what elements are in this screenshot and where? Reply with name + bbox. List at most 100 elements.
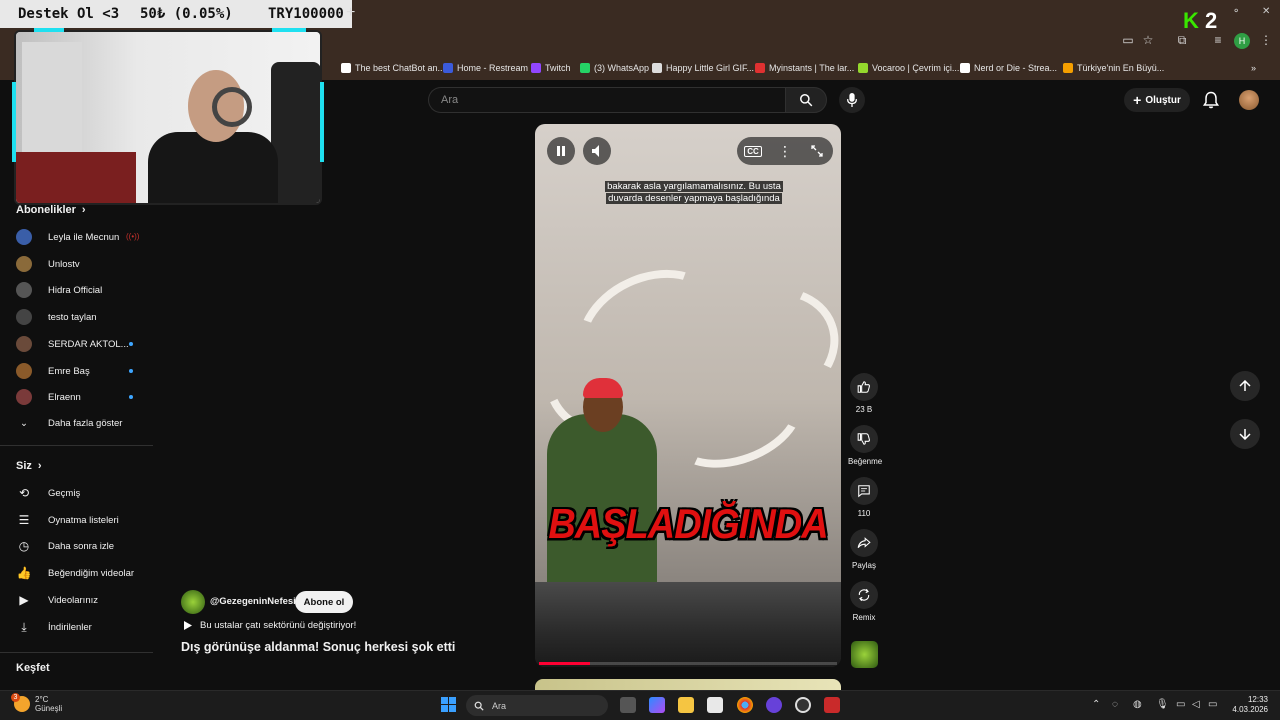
bookmark-star-icon[interactable]: ☆ bbox=[1140, 33, 1156, 49]
like-action[interactable]: 23 B bbox=[848, 373, 880, 414]
speaker-icon[interactable]: ◁ bbox=[1192, 699, 1200, 710]
obs-icon[interactable] bbox=[795, 697, 811, 713]
sidebar-divider bbox=[0, 445, 153, 446]
audio-source-thumbnail[interactable] bbox=[851, 641, 878, 668]
donation-label: Destek Ol <3 bbox=[18, 6, 120, 22]
sidebar-subscription-item[interactable]: SERDAR AKTOL... bbox=[16, 334, 156, 354]
channel-avatar bbox=[16, 282, 32, 298]
cam-frame-accent bbox=[12, 82, 16, 162]
comment-count: 110 bbox=[857, 509, 871, 518]
remix-action[interactable]: Remix bbox=[848, 581, 880, 622]
channel-avatar[interactable] bbox=[181, 590, 205, 614]
minimize-icon[interactable]: ⚬ bbox=[1232, 6, 1240, 17]
task-view-icon[interactable] bbox=[620, 697, 636, 713]
tray-overflow-icon[interactable]: ⌃ bbox=[1092, 699, 1100, 710]
battery-icon[interactable]: ▭ bbox=[1208, 699, 1217, 710]
search-input[interactable]: Ara bbox=[428, 87, 785, 113]
pause-icon bbox=[557, 146, 565, 156]
network-icon[interactable]: ▭ bbox=[1176, 699, 1185, 710]
cast-icon[interactable]: ▭ bbox=[1120, 33, 1136, 49]
sidebar-item-clock[interactable]: ◷ Daha sonra izle bbox=[16, 536, 156, 556]
twitch-app-icon[interactable] bbox=[766, 697, 782, 713]
linked-video-title[interactable]: Bu ustalar çatı sektörünü değiştiriyor! bbox=[200, 620, 356, 631]
explore-header: Keşfet bbox=[16, 662, 50, 674]
microphone-icon[interactable]: 🎙 bbox=[1156, 699, 1169, 710]
share-action[interactable]: Paylaş bbox=[848, 529, 880, 570]
bookmark-favicon-icon bbox=[580, 63, 590, 73]
sidebar-item-video[interactable]: ▶ Videolarınız bbox=[16, 590, 156, 610]
bookmark-item[interactable]: Home - Restream bbox=[443, 61, 528, 75]
channel-name[interactable]: @GezegeninNefesi bbox=[210, 596, 296, 607]
system-clock[interactable]: 12:33 4.03.2026 bbox=[1232, 695, 1268, 715]
show-more-button[interactable]: ⌄ Daha fazla göster bbox=[16, 413, 156, 433]
file-explorer-icon[interactable] bbox=[678, 697, 694, 713]
extensions-icon[interactable]: ⧉ bbox=[1174, 33, 1190, 49]
menu-icon[interactable]: ⋮ bbox=[1258, 33, 1274, 49]
sidebar-subscription-item[interactable]: Unlostv bbox=[16, 254, 156, 274]
tray-app-icon[interactable]: ◌ bbox=[1112, 699, 1118, 710]
bookmark-item[interactable]: Myinstants | The lar... bbox=[755, 61, 854, 75]
copilot-icon[interactable] bbox=[649, 697, 665, 713]
sidebar-subscription-item[interactable]: testo taylan bbox=[16, 307, 156, 327]
bookmark-item[interactable]: Happy Little Girl GIF... bbox=[652, 61, 754, 75]
more-options-button[interactable]: ⋮ bbox=[771, 137, 799, 165]
create-button[interactable]: + Oluştur bbox=[1124, 88, 1190, 112]
sidebar-divider bbox=[0, 652, 153, 653]
tray-app-icon[interactable]: ◍ bbox=[1133, 699, 1142, 710]
start-button[interactable] bbox=[441, 697, 456, 712]
dislike-action[interactable]: Beğenme bbox=[848, 425, 882, 466]
bookmark-item[interactable]: The best ChatBot an... bbox=[341, 61, 445, 75]
thumb-up-icon: 👍 bbox=[16, 566, 32, 580]
video-progress-bar[interactable] bbox=[539, 662, 837, 665]
pause-button[interactable] bbox=[547, 137, 575, 165]
bookmark-item[interactable]: Türkiye'nin En Büyü... bbox=[1063, 61, 1164, 75]
arrow-up-icon bbox=[1239, 380, 1251, 391]
comments-action[interactable]: 110 bbox=[848, 477, 880, 518]
chrome-icon[interactable] bbox=[737, 697, 753, 713]
media-icon[interactable]: ≡ bbox=[1210, 33, 1226, 49]
next-short-button[interactable] bbox=[1230, 419, 1260, 449]
voice-search-button[interactable] bbox=[839, 87, 865, 113]
notifications-bell-icon[interactable] bbox=[1201, 90, 1221, 110]
bookmark-item[interactable]: Vocaroo | Çevrim içi... bbox=[858, 61, 959, 75]
sidebar-item-history[interactable]: ⟲ Geçmiş bbox=[16, 483, 156, 503]
donation-goal: TRY100000 bbox=[268, 6, 344, 22]
volume-button[interactable] bbox=[583, 137, 611, 165]
bookmark-favicon-icon bbox=[755, 63, 765, 73]
shorts-video-player[interactable]: CC ⋮ bakarak asla yargılamamalısınız. Bu… bbox=[535, 124, 841, 667]
webcam-overlay bbox=[14, 30, 322, 205]
profile-icon[interactable]: H bbox=[1234, 33, 1250, 49]
sidebar-subscription-item[interactable]: Elraenn bbox=[16, 387, 156, 407]
chevron-right-icon: › bbox=[37, 460, 42, 472]
like-count: 23 B bbox=[855, 405, 873, 414]
you-header[interactable]: Siz › bbox=[16, 460, 42, 472]
sidebar-subscription-item[interactable]: Hidra Official bbox=[16, 280, 156, 300]
store-icon[interactable] bbox=[707, 697, 723, 713]
thumb-up-icon bbox=[857, 381, 870, 393]
channel-avatar bbox=[16, 229, 32, 245]
taskbar-search[interactable]: Ara bbox=[466, 695, 608, 716]
bookmark-favicon-icon bbox=[960, 63, 970, 73]
bookmark-item[interactable]: Nerd or Die - Strea... bbox=[960, 61, 1057, 75]
subscriptions-header[interactable]: Abonelikler › bbox=[16, 204, 86, 216]
weather-widget[interactable]: 3 2°C Güneşli bbox=[11, 693, 62, 713]
search-button[interactable] bbox=[785, 87, 827, 113]
previous-short-button[interactable] bbox=[1230, 371, 1260, 401]
microphone-icon bbox=[846, 93, 858, 107]
share-icon bbox=[857, 537, 871, 548]
sidebar-subscription-item[interactable]: Emre Baş bbox=[16, 361, 156, 381]
streaming-app-icon[interactable] bbox=[824, 697, 840, 713]
new-tab-button[interactable]: + bbox=[346, 4, 355, 22]
sidebar-item-playlist[interactable]: ☰ Oynatma listeleri bbox=[16, 510, 156, 530]
history-icon: ⟲ bbox=[18, 486, 30, 500]
bookmark-item[interactable]: (3) WhatsApp bbox=[580, 61, 649, 75]
captions-button[interactable]: CC bbox=[739, 137, 767, 165]
sidebar-item-thumb-up[interactable]: 👍 Beğendiğim videolar bbox=[16, 563, 156, 583]
bookmark-item[interactable]: Twitch bbox=[531, 61, 571, 75]
subscribe-button[interactable]: Abone ol bbox=[295, 591, 353, 613]
close-icon[interactable]: ✕ bbox=[1262, 6, 1270, 17]
bookmarks-overflow-icon[interactable]: » bbox=[1251, 61, 1256, 75]
sidebar-item-download[interactable]: ⤓ İndirilenler bbox=[16, 617, 156, 637]
fullscreen-button[interactable] bbox=[803, 137, 831, 165]
account-avatar[interactable] bbox=[1239, 90, 1259, 110]
